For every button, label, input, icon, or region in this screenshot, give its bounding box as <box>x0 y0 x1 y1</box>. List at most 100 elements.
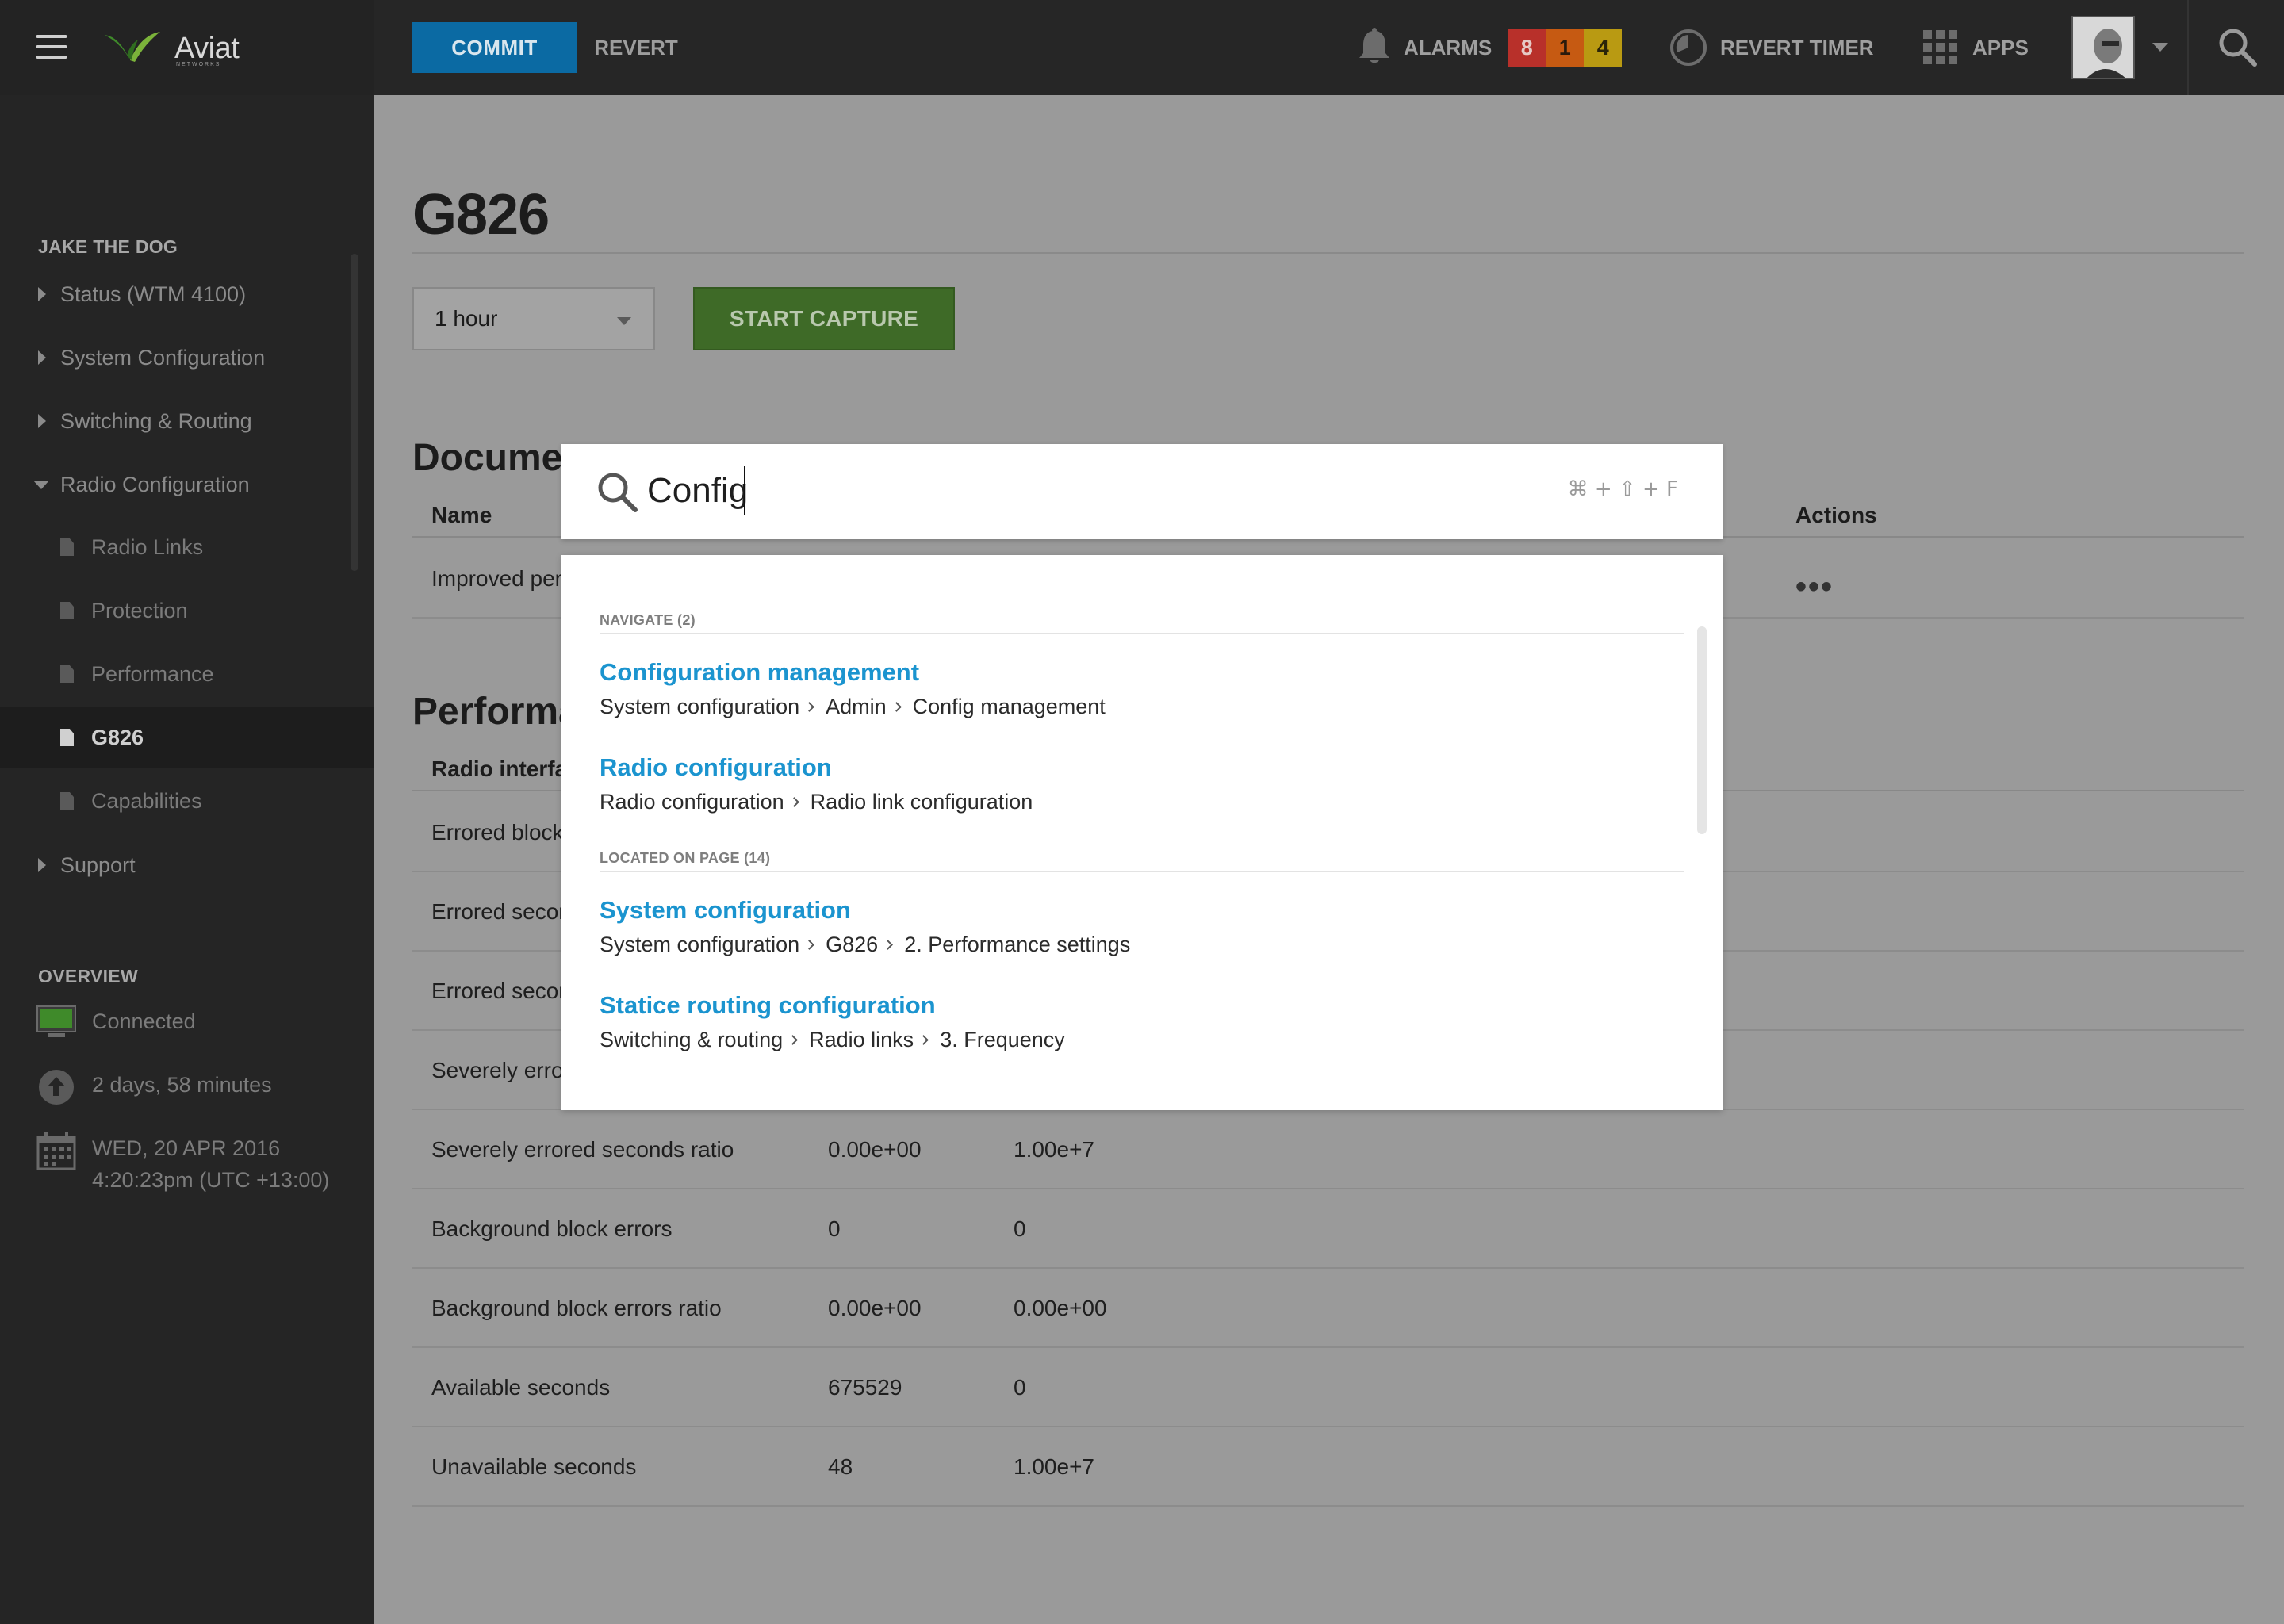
revert-button[interactable]: REVERT <box>577 22 696 73</box>
alarm-critical-badge[interactable]: 8 <box>1508 29 1546 67</box>
sidebar-item-support[interactable]: Support <box>0 837 349 893</box>
performance-row-value-2: 1.00e+7 <box>1014 1454 1094 1479</box>
path-segment: System configuration <box>600 695 800 718</box>
performance-row-value-2: 0.00e+00 <box>1014 1296 1107 1320</box>
alarm-minor-badge[interactable]: 4 <box>1584 29 1623 67</box>
connection-status: Connected <box>36 1005 196 1040</box>
documents-col-actions: Actions <box>1795 503 1877 527</box>
sidebar: JAKE THE DOG Status (WTM 4100) System Co… <box>0 95 374 1624</box>
apps-button[interactable]: APPS <box>1923 24 2029 71</box>
chevron-right-icon <box>918 1035 929 1045</box>
caret-right-icon <box>38 287 46 301</box>
document-name[interactable]: Improved per <box>431 566 562 592</box>
search-result-title[interactable]: Radio configuration <box>600 753 832 782</box>
sidebar-item-label: Switching & Routing <box>60 408 252 433</box>
page-title: G826 <box>412 183 550 247</box>
path-segment: Radio configuration <box>600 790 784 814</box>
revert-timer-button[interactable]: REVERT TIMER <box>1669 24 1874 71</box>
global-search-button[interactable] <box>2187 0 2284 95</box>
sidebar-item-status[interactable]: Status (WTM 4100) <box>0 266 349 322</box>
performance-row-value-2: 0 <box>1014 1216 1026 1241</box>
document-icon <box>60 538 74 556</box>
chevron-right-icon <box>804 702 814 712</box>
date-time-text: WED, 20 APR 2016 4:20:23pm (UTC +13:00) <box>92 1132 329 1196</box>
path-segment: Radio link configuration <box>810 790 1033 814</box>
results-scrollbar[interactable] <box>1697 626 1707 834</box>
sidebar-subitem-label: Radio Links <box>91 534 204 559</box>
hamburger-menu-icon[interactable] <box>36 35 67 59</box>
performance-row-label: Errored secon <box>431 899 571 924</box>
timer-icon <box>1670 29 1707 66</box>
sidebar-scrollbar[interactable] <box>351 254 358 571</box>
top-bar: Aviat NETWORKS COMMIT REVERT ALARMS 8 1 … <box>0 0 2284 95</box>
performance-row-value-1: 0.00e+00 <box>828 1137 922 1162</box>
documents-heading: Docume <box>412 437 563 479</box>
path-segment: 3. Frequency <box>940 1028 1065 1051</box>
search-result-title[interactable]: Configuration management <box>600 658 919 687</box>
alarm-major-badge[interactable]: 1 <box>1546 29 1585 67</box>
row-divider <box>412 1188 2244 1189</box>
uptime-arrow-icon <box>36 1069 76 1105</box>
brand-area: Aviat NETWORKS <box>0 0 374 95</box>
document-actions-more-icon[interactable]: ••• <box>1795 569 1834 605</box>
performance-row-label: Background block errors ratio <box>431 1296 722 1320</box>
sidebar-item-switching-routing[interactable]: Switching & Routing <box>0 393 349 449</box>
alarms-label: ALARMS <box>1404 35 1493 59</box>
search-result-path: Radio configuration Radio link configura… <box>600 790 1033 814</box>
performance-row-value-1: 675529 <box>828 1375 902 1400</box>
search-shortcut-hint: ⌘ + ⇧ + F <box>1567 477 1678 501</box>
performance-row-label: Unavailable seconds <box>431 1454 637 1479</box>
sidebar-item-label: Radio Configuration <box>60 472 250 496</box>
duration-select-value: 1 hour <box>435 306 498 331</box>
sidebar-subitem-protection[interactable]: Protection <box>0 580 374 642</box>
start-capture-button[interactable]: START CAPTURE <box>693 287 955 350</box>
bell-icon <box>1359 28 1389 63</box>
path-segment: Switching & routing <box>600 1028 784 1051</box>
performance-row-label: Severely erro <box>431 1058 564 1082</box>
sidebar-subitem-g826[interactable]: G826 <box>0 707 374 768</box>
performance-row-value-1: 48 <box>828 1454 853 1479</box>
sidebar-subitem-label: Performance <box>91 661 214 686</box>
sidebar-subitem-radio-links[interactable]: Radio Links <box>0 516 374 578</box>
results-group-label: NAVIGATE (2) <box>600 612 696 628</box>
search-result-title[interactable]: System configuration <box>600 896 851 925</box>
sidebar-item-system-configuration[interactable]: System Configuration <box>0 330 349 385</box>
sidebar-subitem-performance[interactable]: Performance <box>0 643 374 705</box>
caret-down-icon <box>33 480 49 489</box>
uptime: 2 days, 58 minutes <box>36 1069 272 1105</box>
row-divider <box>412 1267 2244 1269</box>
path-segment: Config management <box>912 695 1106 718</box>
caret-right-icon <box>38 858 46 872</box>
date-text: WED, 20 APR 2016 <box>92 1136 281 1160</box>
overview-heading: OVERVIEW <box>38 966 138 986</box>
search-result-title[interactable]: Statice routing configuration <box>600 991 936 1020</box>
path-segment: 2. Performance settings <box>904 933 1131 956</box>
performance-col-radio-interface: Radio interfa <box>431 756 568 781</box>
search-dialog: ⌘ + ⇧ + F <box>561 444 1723 539</box>
documents-col-name: Name <box>431 503 492 527</box>
alarms-button[interactable]: ALARMS 8 1 4 <box>1356 24 1623 71</box>
sidebar-subitem-label: Protection <box>91 598 188 622</box>
path-segment: System configuration <box>600 933 800 956</box>
performance-heading: Performa <box>412 691 580 733</box>
search-result-path: System configuration Admin Config manage… <box>600 695 1106 719</box>
commit-button[interactable]: COMMIT <box>412 22 577 73</box>
performance-row-label: Available seconds <box>431 1375 611 1400</box>
document-icon <box>60 602 74 619</box>
sidebar-subitem-capabilities[interactable]: Capabilities <box>0 770 374 832</box>
aviat-logo[interactable]: Aviat NETWORKS <box>103 29 246 70</box>
title-divider <box>412 252 2244 254</box>
row-divider <box>412 1346 2244 1348</box>
sidebar-item-label: Status (WTM 4100) <box>60 282 247 306</box>
performance-row-label: Background block errors <box>431 1216 673 1241</box>
search-result-path: System configuration G826 2. Performance… <box>600 933 1130 957</box>
user-avatar[interactable] <box>2071 16 2135 79</box>
duration-select[interactable]: 1 hour <box>412 287 655 350</box>
calendar-icon <box>36 1132 76 1170</box>
search-input[interactable] <box>647 463 1519 519</box>
search-result-path: Switching & routing Radio links 3. Frequ… <box>600 1028 1065 1052</box>
path-segment: Admin <box>826 695 887 718</box>
performance-row-value-1: 0.00e+00 <box>828 1296 922 1320</box>
user-menu-chevron-down-icon[interactable] <box>2152 43 2168 52</box>
sidebar-item-radio-configuration[interactable]: Radio Configuration <box>0 457 349 512</box>
